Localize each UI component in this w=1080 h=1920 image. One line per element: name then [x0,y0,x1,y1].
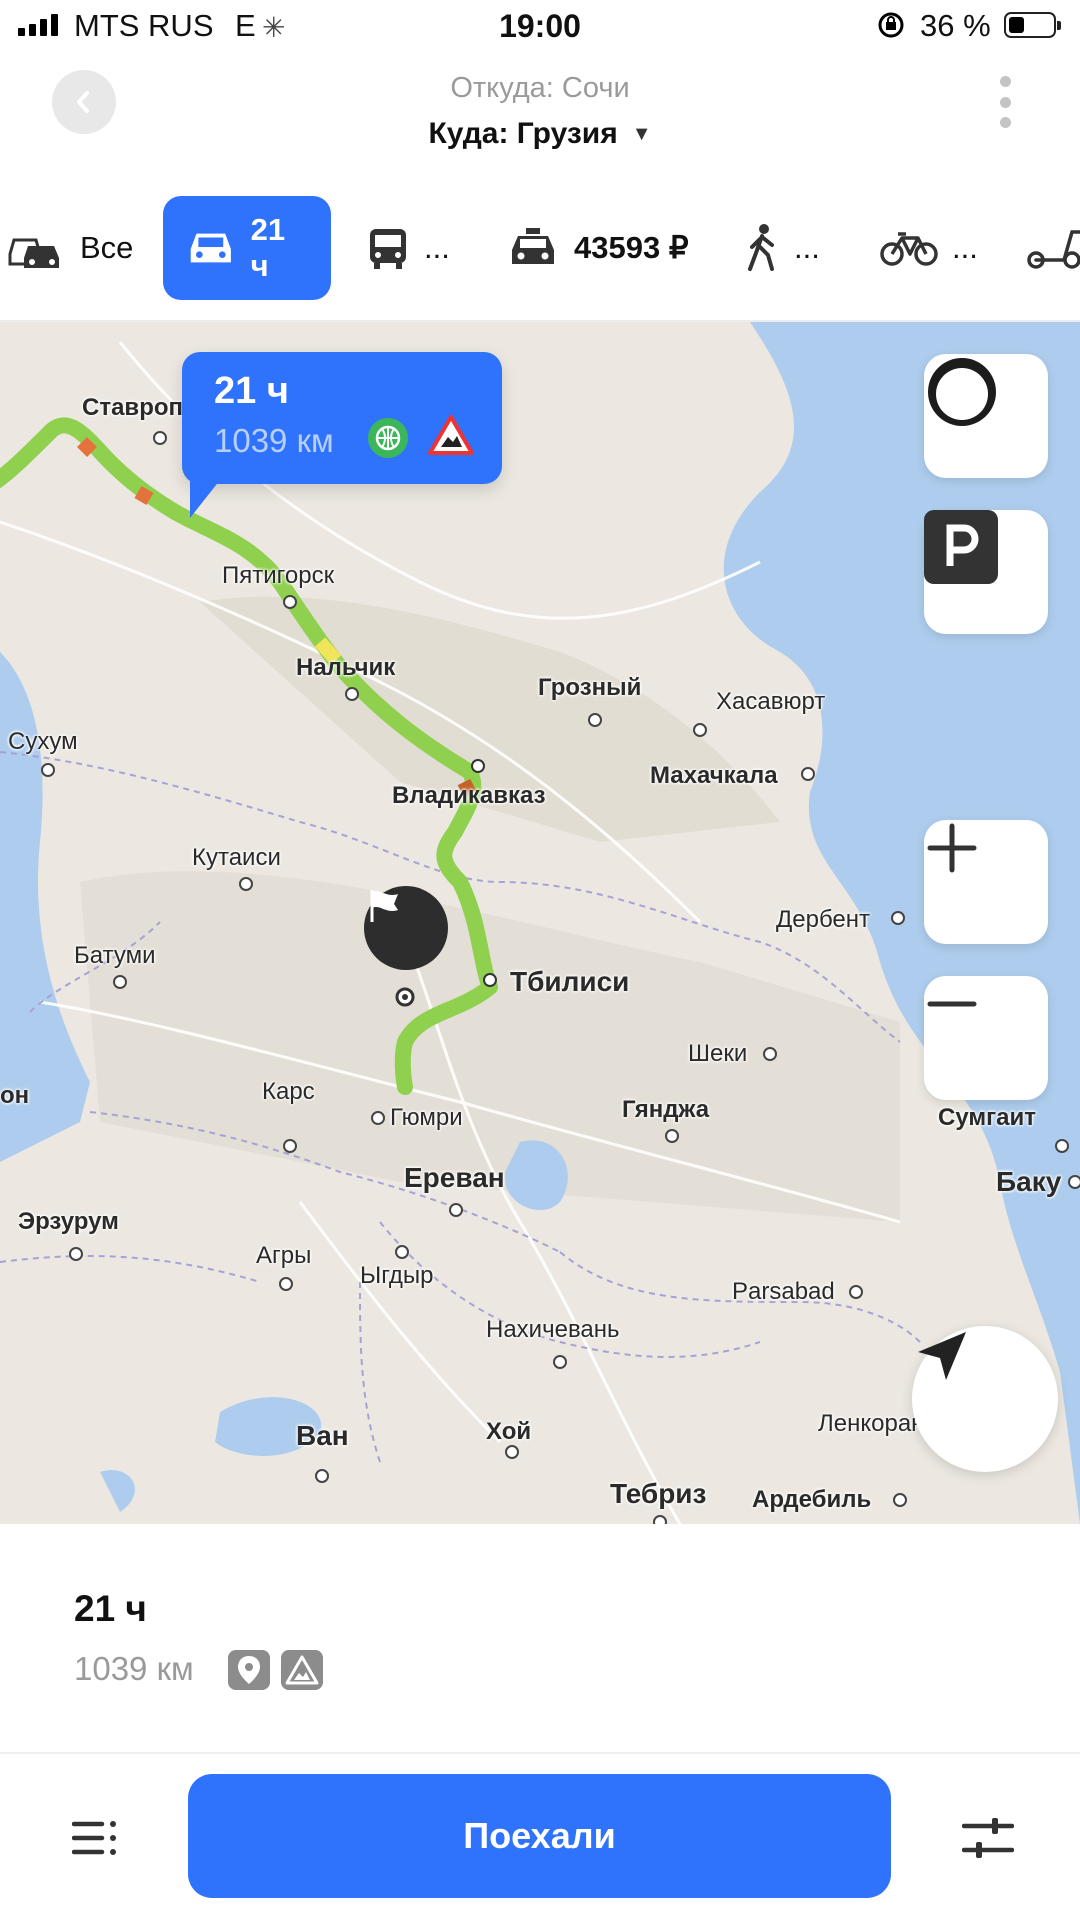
city-label: Агры [256,1242,312,1269]
tab-pedestrian[interactable]: ... [746,196,820,300]
route-from[interactable]: Откуда: Сочи [0,72,1080,105]
bus-icon [370,229,406,269]
tab-car-label: 21 ч [250,212,286,283]
city-label: Сухум [8,728,78,755]
city-label: Нахичевань [486,1316,620,1343]
tab-taxi-label: 43593 ₽ [574,230,689,265]
minus-icon [927,1001,977,1007]
pedestrian-icon [748,224,774,271]
city-label: Tбилиси [510,966,630,997]
route-tooltip[interactable]: 21 ч 1039 км [182,352,502,518]
tab-all-label: Все [80,230,134,265]
parking-button[interactable] [924,510,1048,634]
summary-distance: 1039 км [74,1650,194,1687]
flag-icon [370,890,398,922]
more-menu-button[interactable] [995,76,1015,128]
city-label: Гянджа [622,1096,710,1123]
tab-taxi[interactable]: 43593 ₽ [506,196,689,300]
city-label: Дербент [776,906,871,933]
plus-icon [927,823,977,873]
tab-scooter[interactable] [1026,196,1080,300]
chevron-down-icon: ▼ [631,123,652,145]
border-crossing-icon [368,418,408,458]
tab-bicycle[interactable]: ... [880,196,978,300]
parking-icon [924,510,998,584]
summary-time: 21 ч [74,1588,147,1629]
customs-icon [228,1650,270,1690]
city-label: Ван [296,1420,349,1451]
tooltip-distance: 1039 км [214,422,334,459]
city-label: Грозный [538,674,642,701]
scooter-icon [1027,230,1080,269]
car-icon [190,233,231,263]
tab-bus[interactable]: ... [366,196,450,300]
city-label: Хой [486,1418,532,1445]
tab-car[interactable]: 21 ч [163,196,331,300]
tooltip-time: 21 ч [214,370,289,412]
city-label: Гюмри [390,1104,463,1131]
zoom-in-button[interactable] [924,820,1048,944]
bicycle-icon [880,232,938,266]
city-label: Ереван [404,1162,505,1193]
bottom-divider [0,1752,1080,1754]
city-label: Ыгдыр [360,1262,434,1289]
city-label: он [0,1082,30,1109]
status-bar: MTS RUS E ✳ 19:00 36 % [0,0,1080,55]
city-label: Пятигорск [222,562,335,589]
my-location-button[interactable] [912,1326,1058,1472]
go-button[interactable]: Поехали [188,1774,891,1898]
battery-icon [1004,12,1061,38]
battery-percent: 36 % [920,8,991,43]
route-to-label: Куда: Грузия [428,117,618,150]
city-label: Сумгаит [938,1104,1036,1131]
city-label: Карс [262,1078,315,1105]
rotation-lock-icon [878,12,904,38]
tab-all[interactable]: Все [6,196,133,300]
tab-bicycle-label: ... [952,230,978,265]
route-list-icon[interactable] [72,1818,118,1858]
city-label: Владикавказ [392,782,546,809]
map-view[interactable]: Ставрополь Пятигорск Нальчик Грозный Хас… [0,322,1080,1524]
assistant-icon [928,358,996,426]
status-time: 19:00 [499,8,581,44]
taxi-icon [512,228,554,264]
tooltip-tail [190,480,220,518]
city-label: Тебриз [610,1478,707,1509]
destination-flag-marker[interactable] [364,886,448,970]
tab-pedestrian-label: ... [794,230,820,265]
alice-assistant-button[interactable] [924,354,1048,478]
city-label: Баку [996,1166,1062,1197]
city-label: Parsabad [732,1278,835,1305]
route-to[interactable]: Куда: Грузия ▼ [0,117,1080,151]
city-label: Ардебиль [752,1486,872,1513]
city-label: Эрзурум [18,1208,119,1235]
city-label: Махачкала [650,762,778,789]
road-warning-icon [281,1650,323,1690]
transport-tabs: Все 21 ч ... 43593 ₽ ... ... [0,196,1080,302]
warning-road-icon [428,415,474,455]
route-settings-icon[interactable] [962,1816,1014,1860]
navigation-arrow-icon [918,1332,966,1380]
cars-icon [8,238,59,268]
tab-bus-label: ... [424,230,450,265]
city-label: Шеки [688,1040,748,1067]
city-label: Кутаиси [192,844,281,871]
city-label: Хасавюрт [716,688,826,715]
city-label: Батуми [74,942,156,969]
city-label: Нальчик [296,654,396,681]
zoom-out-button[interactable] [924,976,1048,1100]
